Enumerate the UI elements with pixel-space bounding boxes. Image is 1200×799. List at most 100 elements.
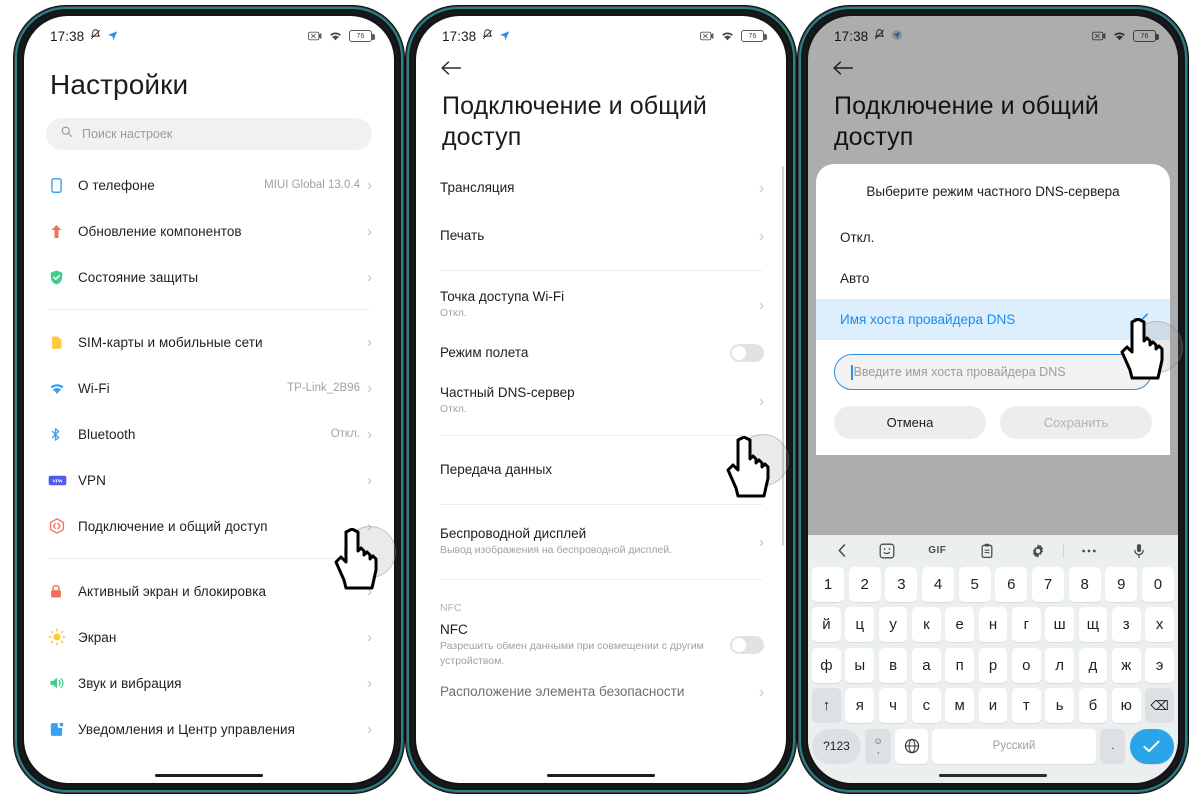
save-button: Сохранить — [1000, 406, 1152, 439]
sidebar-item-sound[interactable]: Звук и вибрация › — [24, 660, 394, 706]
key[interactable]: 8 — [1068, 566, 1101, 602]
key[interactable]: я — [845, 688, 875, 723]
key[interactable]: в — [878, 647, 908, 683]
key[interactable]: 3 — [885, 566, 918, 602]
key[interactable]: д — [1078, 647, 1108, 683]
key[interactable]: б — [1078, 688, 1108, 723]
back-button[interactable] — [416, 50, 786, 81]
key[interactable]: е — [945, 607, 975, 642]
key[interactable]: ц — [845, 607, 875, 642]
clipboard-icon[interactable] — [962, 543, 1012, 559]
list-item-airplane-mode[interactable]: Режим полета — [416, 329, 786, 377]
key[interactable]: ы — [845, 647, 875, 683]
space-key[interactable]: Русский — [932, 728, 1096, 764]
sidebar-item-connection-sharing[interactable]: Подключение и общий доступ › — [24, 503, 394, 549]
chevron-left-icon[interactable] — [822, 544, 862, 557]
symbols-key[interactable]: ?123 — [812, 728, 861, 764]
sidebar-item-wifi[interactable]: Wi-Fi TP-Link_2B96 › — [24, 365, 394, 411]
key[interactable]: ч — [878, 688, 908, 723]
key[interactable]: ш — [1045, 607, 1075, 642]
sidebar-item-display[interactable]: Экран › — [24, 614, 394, 660]
key[interactable]: и — [978, 688, 1008, 723]
key[interactable]: п — [945, 647, 975, 683]
item-value: Откл. — [330, 428, 360, 441]
more-icon[interactable] — [1064, 548, 1114, 554]
key[interactable]: ю — [1111, 688, 1141, 723]
wifi-icon — [328, 30, 343, 42]
key[interactable]: 6 — [995, 566, 1028, 602]
item-sublabel: Откл. — [440, 307, 467, 320]
list-item-wifi-hotspot[interactable]: Точка доступа Wi-Fi Откл. › — [416, 281, 786, 329]
list-item-private-dns[interactable]: Частный DNS-сервер Откл. › — [416, 377, 786, 425]
sidebar-item-vpn[interactable]: VPN VPN › — [24, 457, 394, 503]
key[interactable]: 7 — [1031, 566, 1065, 602]
sidebar-item-security-status[interactable]: Состояние защиты › — [24, 254, 394, 300]
key[interactable]: н — [978, 607, 1008, 642]
key[interactable]: у — [878, 607, 908, 642]
backspace-key[interactable]: ⌫ — [1145, 688, 1174, 723]
sidebar-item-about-phone[interactable]: О телефоне MIUI Global 13.0.4 › — [24, 162, 394, 208]
key[interactable]: 1 — [811, 566, 845, 602]
sidebar-item-bluetooth[interactable]: Bluetooth Откл. › — [24, 411, 394, 457]
microphone-icon[interactable] — [1114, 543, 1164, 559]
globe-icon[interactable] — [895, 728, 928, 764]
lock-icon — [48, 583, 78, 600]
key[interactable]: ф — [812, 647, 841, 683]
period-key[interactable]: . — [1100, 728, 1126, 764]
key[interactable]: 4 — [921, 566, 955, 602]
vertical-scrollbar[interactable] — [781, 166, 784, 546]
airplane-mode-toggle[interactable] — [730, 344, 764, 362]
list-item-cast[interactable]: Трансляция › — [416, 164, 786, 212]
dialog-option-off[interactable]: Откл. — [816, 217, 1170, 258]
dns-hostname-input[interactable]: Введите имя хоста провайдера DNS — [834, 354, 1152, 390]
list-item-print[interactable]: Печать › — [416, 212, 786, 260]
cancel-button[interactable]: Отмена — [834, 406, 986, 439]
comma-label: , — [876, 745, 880, 755]
chevron-right-icon: › — [759, 179, 764, 197]
key[interactable]: к — [911, 607, 941, 642]
brightness-icon — [48, 628, 78, 646]
key[interactable]: с — [911, 688, 941, 723]
key[interactable]: 9 — [1105, 566, 1138, 602]
key[interactable]: ж — [1111, 647, 1141, 683]
item-sublabel: Вывод изображения на беспроводной диспле… — [440, 544, 673, 557]
key[interactable]: э — [1145, 647, 1174, 683]
list-item-wireless-display[interactable]: Беспроводной дисплей Вывод изображения н… — [416, 515, 786, 569]
enter-key[interactable] — [1129, 728, 1174, 764]
dialog-option-auto[interactable]: Авто — [816, 258, 1170, 299]
gear-icon[interactable] — [1013, 543, 1063, 559]
key[interactable]: ь — [1045, 688, 1075, 723]
sidebar-item-notifications[interactable]: Уведомления и Центр управления › — [24, 706, 394, 752]
dialog-option-hostname[interactable]: Имя хоста провайдера DNS — [816, 299, 1170, 340]
list-item-data-usage[interactable]: Передача данных › — [416, 446, 786, 494]
sidebar-item-lockscreen[interactable]: Активный экран и блокировка › — [24, 568, 394, 614]
search-input[interactable]: Поиск настроек — [46, 118, 372, 151]
sidebar-item-sim-cards[interactable]: SIM-карты и мобильные сети › — [24, 319, 394, 365]
status-bar: 17:38 76 — [24, 16, 394, 50]
key[interactable]: х — [1145, 607, 1174, 642]
key[interactable]: г — [1011, 607, 1041, 642]
key[interactable]: а — [911, 647, 941, 683]
tap-ripple — [344, 526, 396, 578]
sidebar-item-component-update[interactable]: Обновление компонентов › — [24, 208, 394, 254]
key[interactable]: 0 — [1141, 566, 1175, 602]
list-item-nfc[interactable]: NFC Разрешить обмен данными при совмещен… — [416, 618, 786, 672]
key[interactable]: м — [945, 688, 975, 723]
emoji-comma-key[interactable]: ☺ , — [865, 728, 891, 764]
key[interactable]: т — [1011, 688, 1041, 723]
nfc-toggle[interactable] — [730, 636, 764, 654]
option-label: Авто — [840, 271, 870, 286]
key[interactable]: л — [1045, 647, 1075, 683]
key[interactable]: о — [1011, 647, 1041, 683]
key[interactable]: з — [1111, 607, 1141, 642]
gif-icon[interactable]: GIF — [912, 545, 962, 556]
sticker-icon[interactable] — [862, 543, 912, 559]
keyboard-row-1: й ц у к е н г ш щ з х — [808, 607, 1178, 642]
key[interactable]: щ — [1078, 607, 1108, 642]
key[interactable]: р — [978, 647, 1008, 683]
key[interactable]: 5 — [958, 566, 991, 602]
key[interactable]: 2 — [848, 566, 881, 602]
shift-key[interactable]: ↑ — [812, 688, 841, 723]
key[interactable]: й — [812, 607, 841, 642]
list-item-secure-element[interactable]: Расположение элемента безопасности › — [416, 672, 786, 712]
